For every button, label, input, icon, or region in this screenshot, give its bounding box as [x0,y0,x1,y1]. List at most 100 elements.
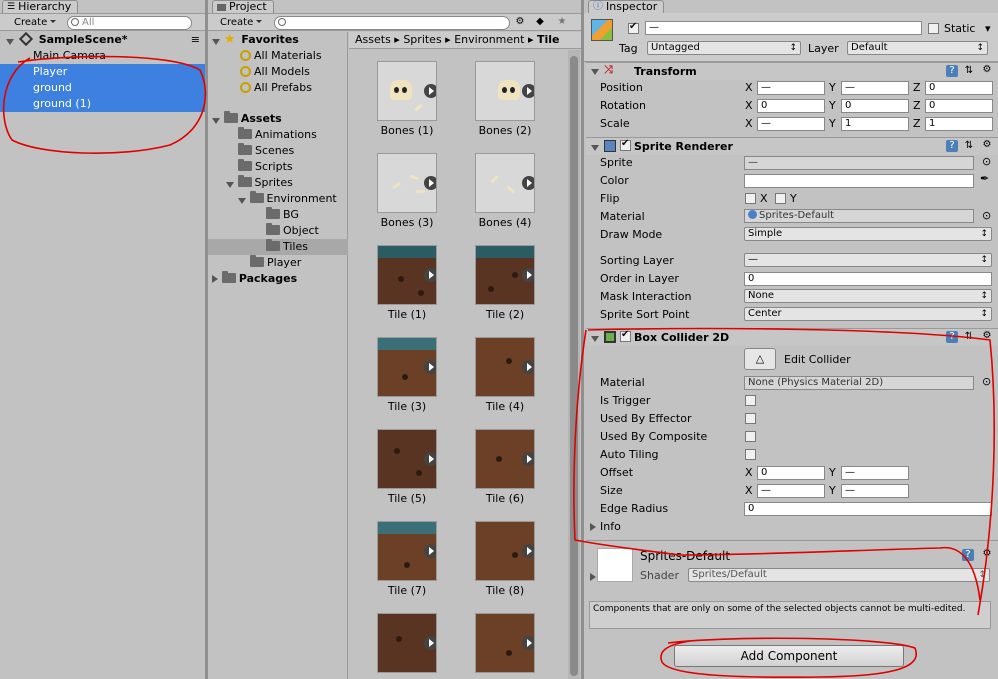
active-checkbox[interactable] [628,21,639,34]
preset-icon[interactable]: ⇅ [963,65,975,77]
used-by-composite-checkbox[interactable] [745,431,756,442]
info-expand-arrow-icon[interactable] [590,523,596,531]
folder-packages[interactable]: Packages [208,271,297,287]
expand-arrow-icon[interactable] [591,69,599,75]
breadcrumb-item[interactable]: Assets [355,33,391,46]
filter-by-label-icon[interactable]: ◆ [534,16,546,28]
edit-collider-button[interactable]: △ [744,348,776,370]
sprite-renderer-enabled-checkbox[interactable] [620,138,631,151]
expand-arrow-icon[interactable] [212,117,220,124]
size-x-field[interactable]: — [757,484,825,498]
flip-y-checkbox[interactable] [775,193,786,204]
object-picker-icon[interactable]: ⊙ [982,155,991,168]
breadcrumb-item[interactable]: Environment [454,33,524,46]
asset-tile-3[interactable]: Tile (3) [362,337,452,413]
favorite-item[interactable]: All Models [208,64,310,80]
list-item[interactable]: ground (1) [0,96,206,112]
gear-icon[interactable]: ⚙ [981,64,993,76]
collapse-arrow-icon[interactable] [212,275,218,283]
asset-scrollbar[interactable] [568,50,580,679]
list-item[interactable]: ground [0,80,206,96]
help-icon[interactable]: ? [946,331,958,343]
folder-assets[interactable]: Assets [208,111,282,127]
object-picker-icon[interactable]: ⊙ [982,375,991,388]
help-icon[interactable]: ? [946,65,958,77]
layer-dropdown[interactable]: Default [847,41,988,55]
material-field[interactable]: Sprites-Default [744,209,974,223]
collapse-arrow-icon[interactable] [590,573,596,581]
folder-bg[interactable]: BG [208,207,299,223]
rotation-x-field[interactable]: 0 [757,99,825,113]
scale-x-field[interactable]: — [757,117,825,131]
preset-icon[interactable]: ⇅ [963,140,975,152]
play-icon[interactable] [424,176,436,190]
object-picker-icon[interactable]: ⊙ [982,209,991,222]
name-field[interactable]: — [645,21,922,35]
sprite-field[interactable]: — [744,156,974,170]
play-icon[interactable] [522,84,534,98]
position-z-field[interactable]: 0 [925,81,993,95]
flip-x-checkbox[interactable] [745,193,756,204]
scrollbar-thumb[interactable] [570,56,578,676]
favorite-item[interactable]: All Materials [208,48,322,64]
asset-bones-2[interactable]: Bones (2) [460,61,550,137]
play-icon[interactable] [424,452,436,466]
favorite-star-icon[interactable]: ★ [556,16,568,28]
dropdown-arrow-icon[interactable]: ▾ [985,22,991,35]
folder-scripts[interactable]: Scripts [208,159,293,175]
list-item[interactable]: Main Camera [0,48,206,64]
folder-scenes[interactable]: Scenes [208,143,294,159]
tab-inspector[interactable]: ⓘ Inspector [588,0,665,13]
play-icon[interactable] [522,360,534,374]
asset-tile-2[interactable]: Tile (2) [460,245,550,321]
list-item[interactable]: Player [0,64,206,80]
shader-dropdown[interactable]: Sprites/Default [688,568,990,582]
tab-hierarchy[interactable]: ☰ Hierarchy [2,0,79,13]
play-icon[interactable] [424,268,436,282]
info-label[interactable]: Info [600,520,621,533]
draw-mode-dropdown[interactable]: Simple [744,227,992,241]
asset-bones-3[interactable]: Bones (3) [362,153,452,229]
scale-y-field[interactable]: 1 [841,117,909,131]
asset-tile-4[interactable]: Tile (4) [460,337,550,413]
folder-sprites[interactable]: Sprites [208,175,293,191]
edge-radius-field[interactable]: 0 [744,502,992,516]
expand-arrow-icon[interactable] [6,38,14,45]
asset-tile-9[interactable] [362,613,452,676]
expand-arrow-icon[interactable] [591,336,599,342]
asset-tile-8[interactable]: Tile (8) [460,521,550,597]
asset-tile-7[interactable]: Tile (7) [362,521,452,597]
size-y-field[interactable]: — [841,484,909,498]
asset-tile-5[interactable]: Tile (5) [362,429,452,505]
help-icon[interactable]: ? [962,549,974,561]
gear-icon[interactable]: ⚙ [981,139,993,151]
rotation-z-field[interactable]: 0 [925,99,993,113]
folder-tiles[interactable]: Tiles [208,239,348,255]
mask-interaction-dropdown[interactable]: None [744,289,992,303]
hierarchy-search-input[interactable]: All [67,16,192,30]
expand-arrow-icon[interactable] [238,197,246,204]
color-swatch[interactable] [744,174,974,188]
project-create-button[interactable]: Create [216,16,266,30]
folder-environment[interactable]: Environment [208,191,337,207]
play-icon[interactable] [424,544,436,558]
is-trigger-checkbox[interactable] [745,395,756,406]
collider-material-field[interactable]: None (Physics Material 2D) [744,376,974,390]
sorting-layer-dropdown[interactable]: — [744,253,992,267]
gear-icon[interactable]: ⚙ [981,548,993,560]
play-icon[interactable] [522,452,534,466]
offset-y-field[interactable]: — [841,466,909,480]
play-icon[interactable] [424,84,436,98]
position-y-field[interactable]: — [841,81,909,95]
expand-arrow-icon[interactable] [212,38,220,45]
play-icon[interactable] [522,544,534,558]
play-icon[interactable] [424,636,436,650]
favorites-row[interactable]: ★ Favorites [208,32,348,48]
scale-z-field[interactable]: 1 [925,117,993,131]
breadcrumb-item[interactable]: Tile [537,33,560,46]
asset-tile-10[interactable] [460,613,550,676]
play-icon[interactable] [424,360,436,374]
project-search-input[interactable] [274,16,510,30]
menu-icon[interactable]: ≡ [191,32,200,48]
asset-bones-1[interactable]: Bones (1) [362,61,452,137]
